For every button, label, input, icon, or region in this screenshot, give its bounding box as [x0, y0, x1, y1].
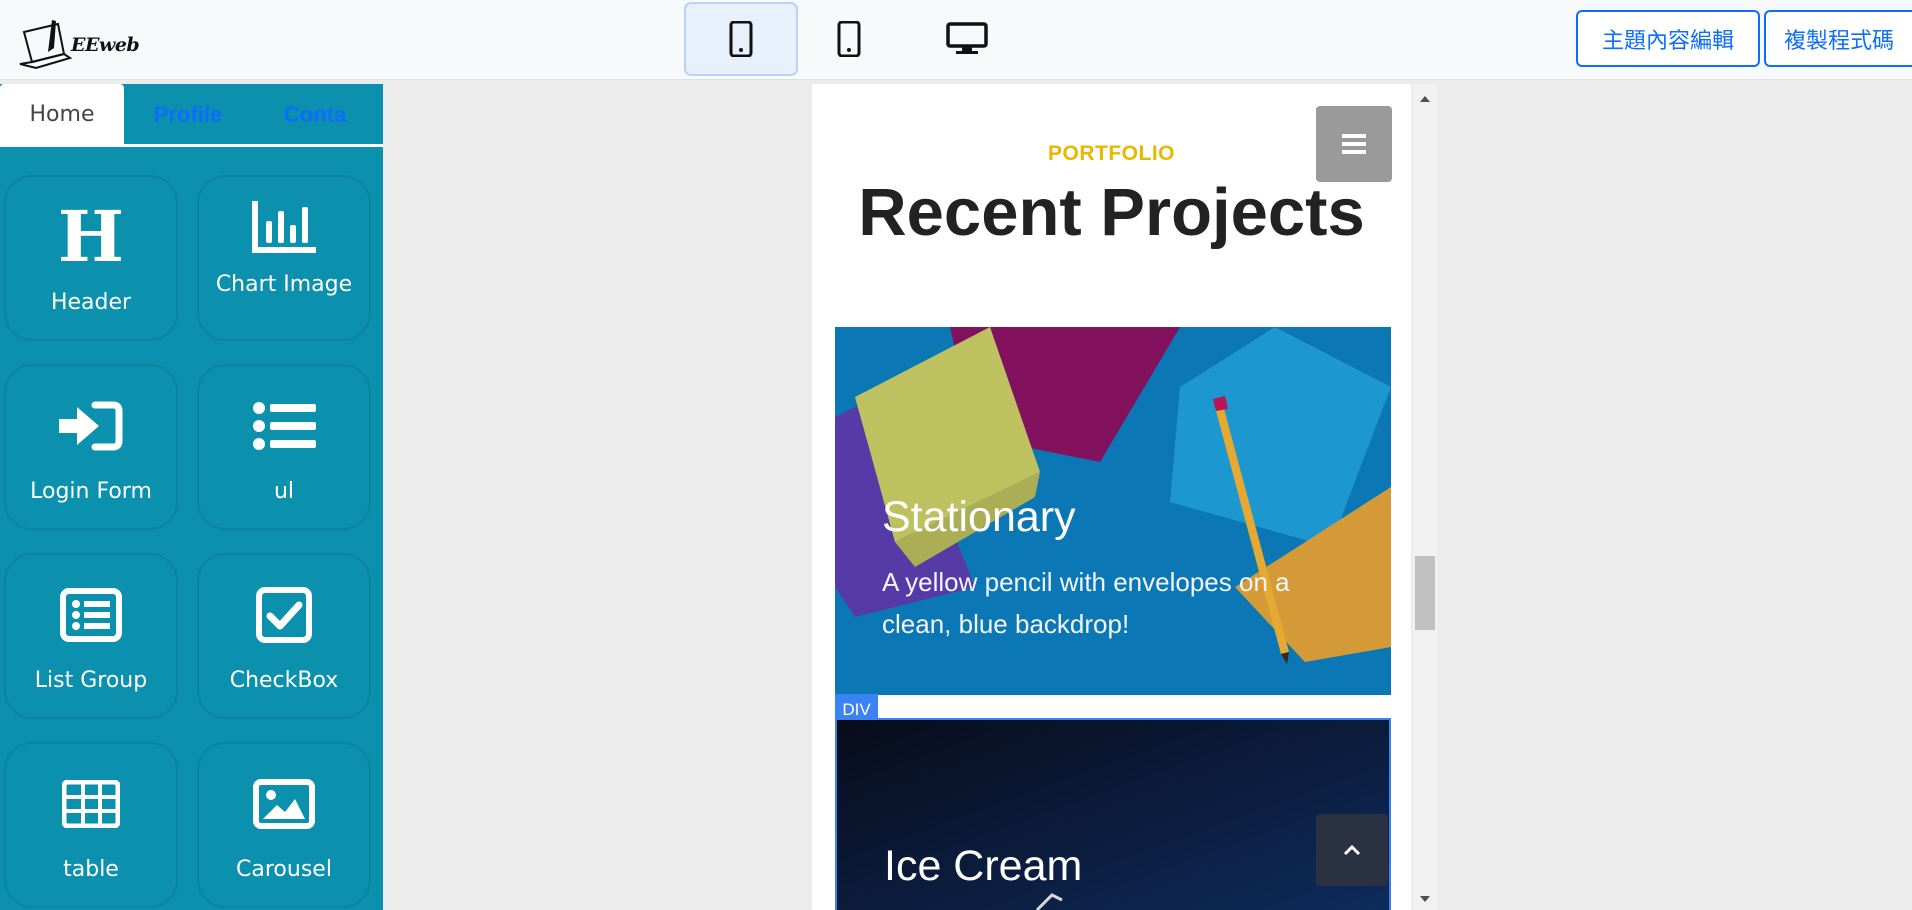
tab-home[interactable]: Home: [0, 84, 124, 145]
portfolio-card-selected[interactable]: Ice Cream: [835, 718, 1391, 910]
preview-scrollbar[interactable]: [1413, 84, 1437, 910]
card-title: Stationary: [882, 493, 1076, 541]
logo-laptop-icon: [19, 20, 73, 70]
component-table[interactable]: table: [4, 742, 178, 908]
bar-chart-icon: [199, 197, 369, 257]
component-login-form[interactable]: Login Form: [4, 364, 178, 530]
section-title: Recent Projects: [858, 175, 1365, 250]
copy-code-button[interactable]: 複製程式碼: [1764, 10, 1912, 67]
component-chart-image[interactable]: Chart Image: [197, 175, 371, 341]
tablet-icon: [837, 21, 861, 57]
component-label: ul: [273, 479, 295, 504]
logo-text: EEweb: [71, 34, 140, 56]
component-label: CheckBox: [229, 668, 339, 693]
portfolio-card[interactable]: Stationary A yellow pencil with envelope…: [835, 327, 1391, 695]
component-label: Login Form: [30, 479, 152, 504]
component-label: Chart Image: [215, 272, 353, 297]
top-toolbar: EEweb 主題內容編輯 複製程式碼: [0, 0, 1912, 80]
component-label: Carousel: [236, 857, 332, 882]
device-desktop-button[interactable]: [910, 2, 1024, 76]
scroll-up-arrow[interactable]: [1413, 88, 1437, 110]
caret-down-icon: [1420, 896, 1430, 902]
scroll-thumb[interactable]: [1415, 556, 1435, 630]
component-label: Header: [50, 290, 132, 315]
desktop-icon: [946, 22, 988, 54]
heading-icon: H: [57, 195, 125, 278]
scroll-down-arrow[interactable]: [1413, 888, 1437, 910]
edit-theme-content-button[interactable]: 主題內容編輯: [1576, 10, 1760, 67]
sidebar-tabs: Home Profile Conta: [0, 84, 383, 147]
device-mobile-button[interactable]: [684, 2, 798, 76]
component-carousel[interactable]: Carousel: [197, 742, 371, 908]
tab-contact[interactable]: Conta: [262, 84, 372, 145]
device-tablet-button[interactable]: [792, 2, 906, 76]
back-to-top-button[interactable]: [1316, 814, 1388, 886]
caret-up-icon: [1420, 96, 1430, 102]
sign-in-icon: [6, 390, 176, 462]
card-description: A yellow pencil with envelopes on a clea…: [882, 567, 1290, 639]
menu-toggle-button[interactable]: [1316, 106, 1392, 182]
image-icon: [199, 768, 369, 840]
hamburger-icon: [1342, 134, 1366, 154]
component-label: List Group: [34, 668, 148, 693]
checkbox-icon: [199, 579, 369, 651]
app-logo[interactable]: EEweb: [18, 18, 158, 72]
card-title: Ice Cream: [884, 842, 1083, 890]
chevron-up-icon: [1343, 844, 1361, 856]
component-ul[interactable]: ul: [197, 364, 371, 530]
list-icon: [199, 390, 369, 462]
component-checkbox[interactable]: CheckBox: [197, 553, 371, 719]
component-header[interactable]: H Header: [4, 175, 178, 341]
table-icon: [6, 768, 176, 840]
component-list-group[interactable]: List Group: [4, 553, 178, 719]
component-label: table: [63, 857, 119, 882]
component-sidebar: Home Profile Conta H Header Chart Image …: [0, 84, 383, 910]
list-group-icon: [6, 579, 176, 651]
mobile-icon: [729, 21, 753, 57]
page-preview[interactable]: PORTFOLIO Recent Projects Stationary A y…: [812, 84, 1411, 910]
tab-profile[interactable]: Profile: [136, 84, 240, 145]
